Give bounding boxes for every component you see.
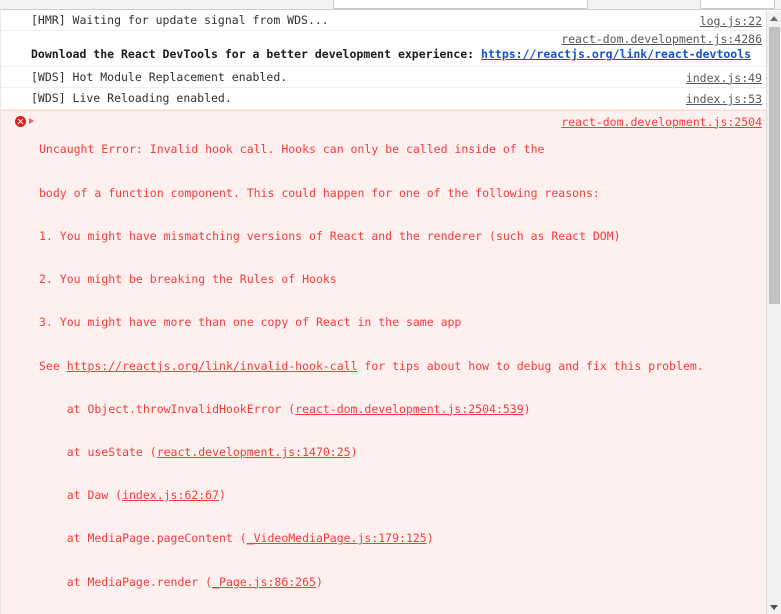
filter-input[interactable] bbox=[333, 0, 588, 9]
stack-frame-link[interactable]: react-dom.development.js:2504:539 bbox=[295, 402, 523, 416]
expand-arrow-icon[interactable] bbox=[29, 114, 39, 124]
stack-frame-link[interactable]: _VideoMediaPage.js:179:125 bbox=[247, 531, 427, 545]
message-gutter bbox=[1, 114, 31, 128]
stack-frame: at MediaPage.render (_Page.js:86:265) bbox=[66, 574, 323, 589]
message-text: [HMR] Waiting for update signal from WDS… bbox=[31, 13, 329, 27]
source-link[interactable]: index.js:49 bbox=[686, 71, 762, 85]
message-text: Download the React DevTools for a better… bbox=[1, 47, 751, 65]
source-link[interactable]: react-dom.development.js:2504 bbox=[561, 115, 762, 129]
scroll-up-arrow-icon[interactable] bbox=[767, 11, 781, 25]
log-levels-dropdown[interactable] bbox=[700, 0, 775, 9]
error-line-see: See https://reactjs.org/link/invalid-hoo… bbox=[39, 358, 704, 373]
stack-frame: at useState (react.development.js:1470:2… bbox=[66, 444, 358, 459]
console-message-info[interactable]: [HMR] Waiting for update signal from WDS… bbox=[1, 10, 766, 32]
scrollbar-thumb[interactable] bbox=[769, 27, 780, 304]
source-link[interactable]: index.js:53 bbox=[686, 92, 762, 106]
stack-frame: at Daw (index.js:62:67) bbox=[66, 488, 226, 503]
error-icon bbox=[15, 115, 26, 127]
stack-frame: at Object.throwInvalidHookError (react-d… bbox=[66, 401, 531, 416]
message-text: Uncaught Error: Invalid hook call. Hooks… bbox=[39, 114, 766, 614]
devtools-message-prefix: Download the React DevTools for a better… bbox=[31, 47, 482, 62]
console-scrollbar[interactable] bbox=[766, 11, 781, 614]
invalid-hook-call-link[interactable]: https://reactjs.org/link/invalid-hook-ca… bbox=[67, 359, 358, 373]
toolbar-context-selector[interactable] bbox=[150, 0, 210, 8]
console-filter-toolbar bbox=[0, 0, 781, 10]
stack-frame-link[interactable]: react.development.js:1470:25 bbox=[157, 445, 351, 459]
console-message-list[interactable]: [HMR] Waiting for update signal from WDS… bbox=[0, 10, 766, 614]
console-message-info[interactable]: [WDS] Live Reloading enabled. index.js:5… bbox=[1, 88, 766, 110]
message-text: [WDS] Live Reloading enabled. bbox=[31, 91, 232, 106]
error-line: 2. You might be breaking the Rules of Ho… bbox=[39, 272, 337, 287]
message-text: [WDS] Hot Module Replacement enabled. bbox=[31, 69, 288, 84]
scroll-down-arrow-icon[interactable] bbox=[767, 600, 781, 614]
source-link[interactable]: react-dom.development.js:4286 bbox=[561, 32, 762, 46]
source-link-row: react-dom.development.js:4286 bbox=[1, 31, 766, 47]
message-gutter bbox=[1, 91, 31, 105]
message-gutter bbox=[1, 13, 31, 27]
react-devtools-link[interactable]: https://reactjs.org/link/react-devtools bbox=[481, 47, 751, 61]
error-line: 3. You might have more than one copy of … bbox=[39, 315, 462, 330]
stack-frame-link[interactable]: _Page.js:86:265 bbox=[212, 575, 316, 589]
stack-frame: at MediaPage.pageContent (_VideoMediaPag… bbox=[66, 531, 434, 546]
error-line: body of a function component. This could… bbox=[39, 185, 600, 200]
console-message-error[interactable]: Uncaught Error: Invalid hook call. Hooks… bbox=[1, 109, 766, 614]
error-line: Uncaught Error: Invalid hook call. Hooks… bbox=[39, 142, 545, 157]
console-message-info[interactable]: react-dom.development.js:4286 Download t… bbox=[1, 31, 766, 67]
message-gutter bbox=[1, 70, 31, 84]
stack-frame-link[interactable]: index.js:62:67 bbox=[122, 488, 219, 502]
error-line: 1. You might have mismatching versions o… bbox=[39, 228, 621, 243]
source-link[interactable]: log.js:22 bbox=[700, 14, 762, 28]
devtools-console-panel: [HMR] Waiting for update signal from WDS… bbox=[0, 0, 781, 614]
console-message-info[interactable]: [WDS] Hot Module Replacement enabled. in… bbox=[1, 66, 766, 89]
